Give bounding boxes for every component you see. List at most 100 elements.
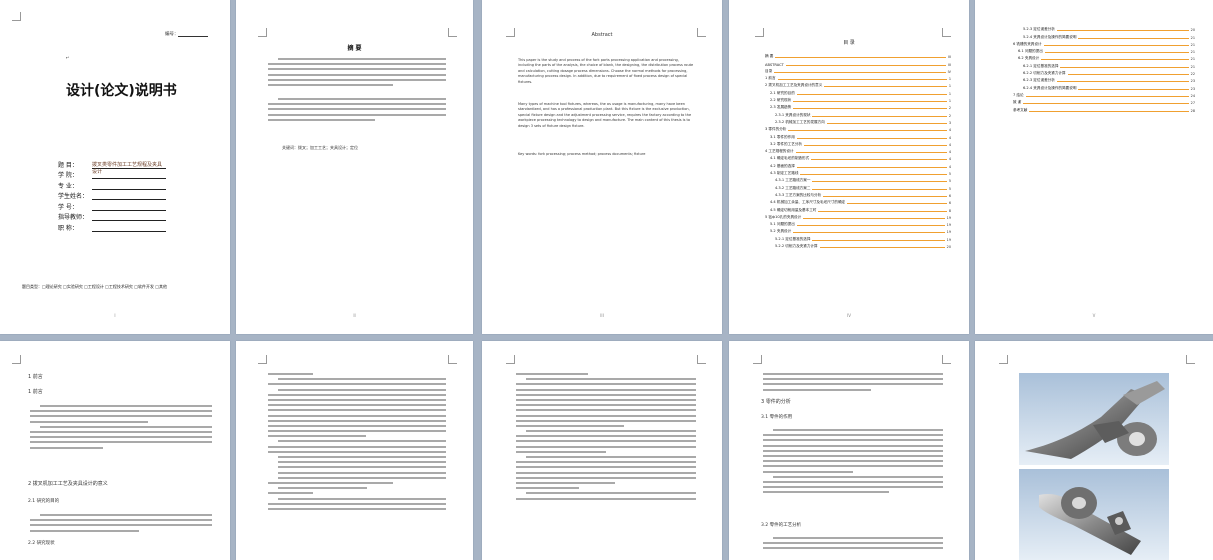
cover-field-label: 学 号： <box>58 203 78 211</box>
toc-leader-line <box>800 174 947 176</box>
toc-entry[interactable]: 5.2.1 定位基准的选择 19 <box>765 234 951 242</box>
cover-field-label: 学 院： <box>58 172 78 179</box>
toc-entry-label: 5.2 夹具设计 <box>770 229 792 234</box>
toc-entry-label: 5.2.3 定位误差分析 <box>1023 27 1055 32</box>
toc-entry[interactable]: 3 零件的分析 4 <box>765 125 951 132</box>
cover-field-label: 学生姓名： <box>58 193 89 200</box>
toc-entry[interactable]: ABSTRACT III <box>765 59 951 67</box>
cover-field-row: 学 院： <box>58 169 166 179</box>
toc-entry[interactable]: 5 钻ф10孔的夹具设计 19 <box>765 213 951 220</box>
page-body-1[interactable]: 1 前言 1 前言 2 拨叉机加工工艺及夹具设计的意义 2.1 研究的目的 2.… <box>0 341 230 560</box>
toc-entry[interactable]: 4.2 基面的选择 4 <box>765 161 951 169</box>
toc-entry[interactable]: 2 拨叉机加工工艺及夹具设计的意义 1 <box>765 81 951 88</box>
toc-entry-page: 28 <box>1190 108 1195 113</box>
toc-entry[interactable]: 6.2 夹具设计 21 <box>1013 54 1195 61</box>
en-keywords: Key words: fork processing; process meth… <box>518 152 646 156</box>
cover-field-value[interactable] <box>92 213 166 221</box>
toc-entry[interactable]: 致 谢 27 <box>1013 98 1195 105</box>
toc-entry[interactable]: 4.3.1 工艺路线方案一 5 <box>765 176 951 183</box>
page-cover[interactable]: 编号： ↵ 设计(论文)说明书 题 目： 拨叉类零件加工工艺规程及夹具设计学 院：… <box>0 0 230 334</box>
toc-entry-label: 2.1 研究的目的 <box>770 90 795 95</box>
toc-entry[interactable]: 7 结论 24 <box>1013 91 1195 98</box>
toc-leader-line <box>793 108 947 110</box>
cover-field-value[interactable] <box>92 224 166 232</box>
toc-entry-page: 2 <box>948 106 951 111</box>
cover-field-value[interactable] <box>92 171 166 179</box>
page-body-2[interactable] <box>236 341 473 560</box>
toc-entry[interactable]: 5.2.4 夹具设计及操作的简要说明 21 <box>1013 32 1195 40</box>
toc-entry-page: 5 <box>948 186 951 191</box>
toc-entry-page: 21 <box>1190 64 1195 69</box>
toc-entry[interactable]: 6 铣槽的夹具设计 21 <box>1013 40 1195 47</box>
cover-field-row: 指导教师： <box>58 211 166 221</box>
page-body-4[interactable]: 3 零件的分析 3.1 零件的作用 3.2 零件的工艺分析 <box>729 341 969 560</box>
page-en-abstract[interactable]: Abstract This paper is the study and pro… <box>482 0 722 334</box>
toc-entry[interactable]: 参考文献 28 <box>1013 105 1195 113</box>
toc-entry[interactable]: 5.2.3 定位误差分析 20 <box>1013 25 1195 32</box>
toc-entry[interactable]: 5.2 夹具设计 19 <box>765 227 951 234</box>
toc-entry[interactable]: 4.4 机械加工余量、工序尺寸及毛坯尺寸的确定 6 <box>765 198 951 205</box>
toc-entry[interactable]: 6.1 问题的提出 21 <box>1013 47 1195 54</box>
toc-entry[interactable]: 3.1 零件的作用 4 <box>765 132 951 140</box>
toc-entry[interactable]: 1 前言 1 <box>765 74 951 81</box>
toc-entry[interactable]: 4.5 确定切削用量及基本工时 8 <box>765 205 951 213</box>
cover-field-row: 学 号： <box>58 200 166 211</box>
toc-entry[interactable]: 2.3.2 机械加工工艺的发展方向 3 <box>765 118 951 125</box>
crop-mark <box>697 355 706 364</box>
toc-leader-line <box>1056 30 1189 32</box>
toc-leader-line <box>818 210 947 212</box>
toc-entry[interactable]: 2.3 发展趋势 2 <box>765 103 951 110</box>
page-toc[interactable]: 目 录 摘 要 III ABSTRACT III 目录 IV 1 前言 1 2 拨叉机加工工艺及… <box>729 0 969 334</box>
toc-entry-label: 4.3.3 工艺方案的比较与分析 <box>775 192 822 197</box>
toc-entry[interactable]: 6.2.2 切削力及夹紧力计算 22 <box>1013 69 1195 76</box>
toc-entry-page: 6 <box>948 201 951 206</box>
page-figures[interactable] <box>975 341 1213 560</box>
toc-entry[interactable]: 4.3 制定工艺路线 5 <box>765 169 951 176</box>
section-heading: 1 前言 <box>28 374 43 380</box>
toc-entry[interactable]: 6.2.4 夹具设计及操作的简要说明 23 <box>1013 83 1195 91</box>
toc-entry[interactable]: 4.3.2 工艺路线方案二 5 <box>765 183 951 191</box>
page-toc-continued[interactable]: 5.2.3 定位误差分析 20 5.2.4 夹具设计及操作的简要说明 21 6 铣槽的夹… <box>975 0 1213 334</box>
cover-field-label: 专 业： <box>58 182 78 190</box>
toc-entry[interactable]: 摘 要 III <box>765 52 951 59</box>
toc-entry-page: 22 <box>1190 72 1195 77</box>
toc-leader-line <box>1056 81 1189 83</box>
toc-entry[interactable]: 目录 IV <box>765 67 951 74</box>
cover-field-value[interactable] <box>92 192 166 200</box>
toc-entry[interactable]: 5.1 问题的提出 19 <box>765 220 951 227</box>
toc-entry[interactable]: 5.2.2 切削力及夹紧力计算 20 <box>765 242 951 249</box>
toc-entry-label: 6.1 问题的提出 <box>1018 49 1043 54</box>
toc-entry-page: 2 <box>948 113 951 118</box>
cover-field-value[interactable] <box>92 203 166 211</box>
page-number: I <box>114 313 116 318</box>
toc-leader-line <box>775 57 946 59</box>
toc-leader-line <box>1041 59 1189 61</box>
toc-entry-page: 4 <box>948 157 951 162</box>
toc-entry-label: 参考文献 <box>1013 107 1028 112</box>
toc-entry[interactable]: 6.2.3 定位误差分析 23 <box>1013 76 1195 83</box>
toc-leader-line <box>795 152 947 154</box>
page-body-3[interactable] <box>482 341 722 560</box>
toc-entry[interactable]: 4 工艺规程的设计 4 <box>765 147 951 154</box>
toc-entry-label: 2.3 发展趋势 <box>770 105 792 110</box>
toc-entry-label: 5.2.4 夹具设计及操作的简要说明 <box>1023 34 1077 39</box>
toc-entry[interactable]: 4.3.3 工艺方案的比较与分析 6 <box>765 191 951 198</box>
toc-entry[interactable]: 6.2.1 定位基准的选择 21 <box>1013 61 1195 69</box>
cn-abstract-title: 摘 要 <box>347 45 362 52</box>
toc-entry-label: 4 工艺规程的设计 <box>765 149 794 154</box>
toc-entry[interactable]: 4.1 确定毛坯的制造形式 4 <box>765 154 951 161</box>
toc-entry[interactable]: 2.3.1 夹具设计的现状 2 <box>765 110 951 118</box>
toc-entry[interactable]: 2.1 研究的目的 1 <box>765 88 951 96</box>
page-cn-abstract[interactable]: 摘 要 关键词：拨叉；加工工艺；夹具设计；定位 II <box>236 0 473 334</box>
cover-field-value[interactable]: 拨叉类零件加工工艺规程及夹具设计 <box>92 161 166 175</box>
page-number: II <box>353 313 356 318</box>
crop-mark <box>999 355 1008 364</box>
cover-field-value[interactable] <box>92 182 166 190</box>
toc-entry[interactable]: 3.2 零件的工艺分析 4 <box>765 140 951 147</box>
subsection-heading: 2.2 研究现状 <box>28 541 55 546</box>
cover-footer-note: 题目类型：□理论研究 □实验研究 □工程设计 □工程技术研究 □软件开发 □其他 <box>22 284 168 289</box>
toc-entry[interactable]: 2.2 研究现状 1 <box>765 96 951 103</box>
en-abstract-title: Abstract <box>591 32 613 38</box>
toc-entry-label: 摘 要 <box>765 54 774 59</box>
toc-leader-line <box>796 225 945 227</box>
